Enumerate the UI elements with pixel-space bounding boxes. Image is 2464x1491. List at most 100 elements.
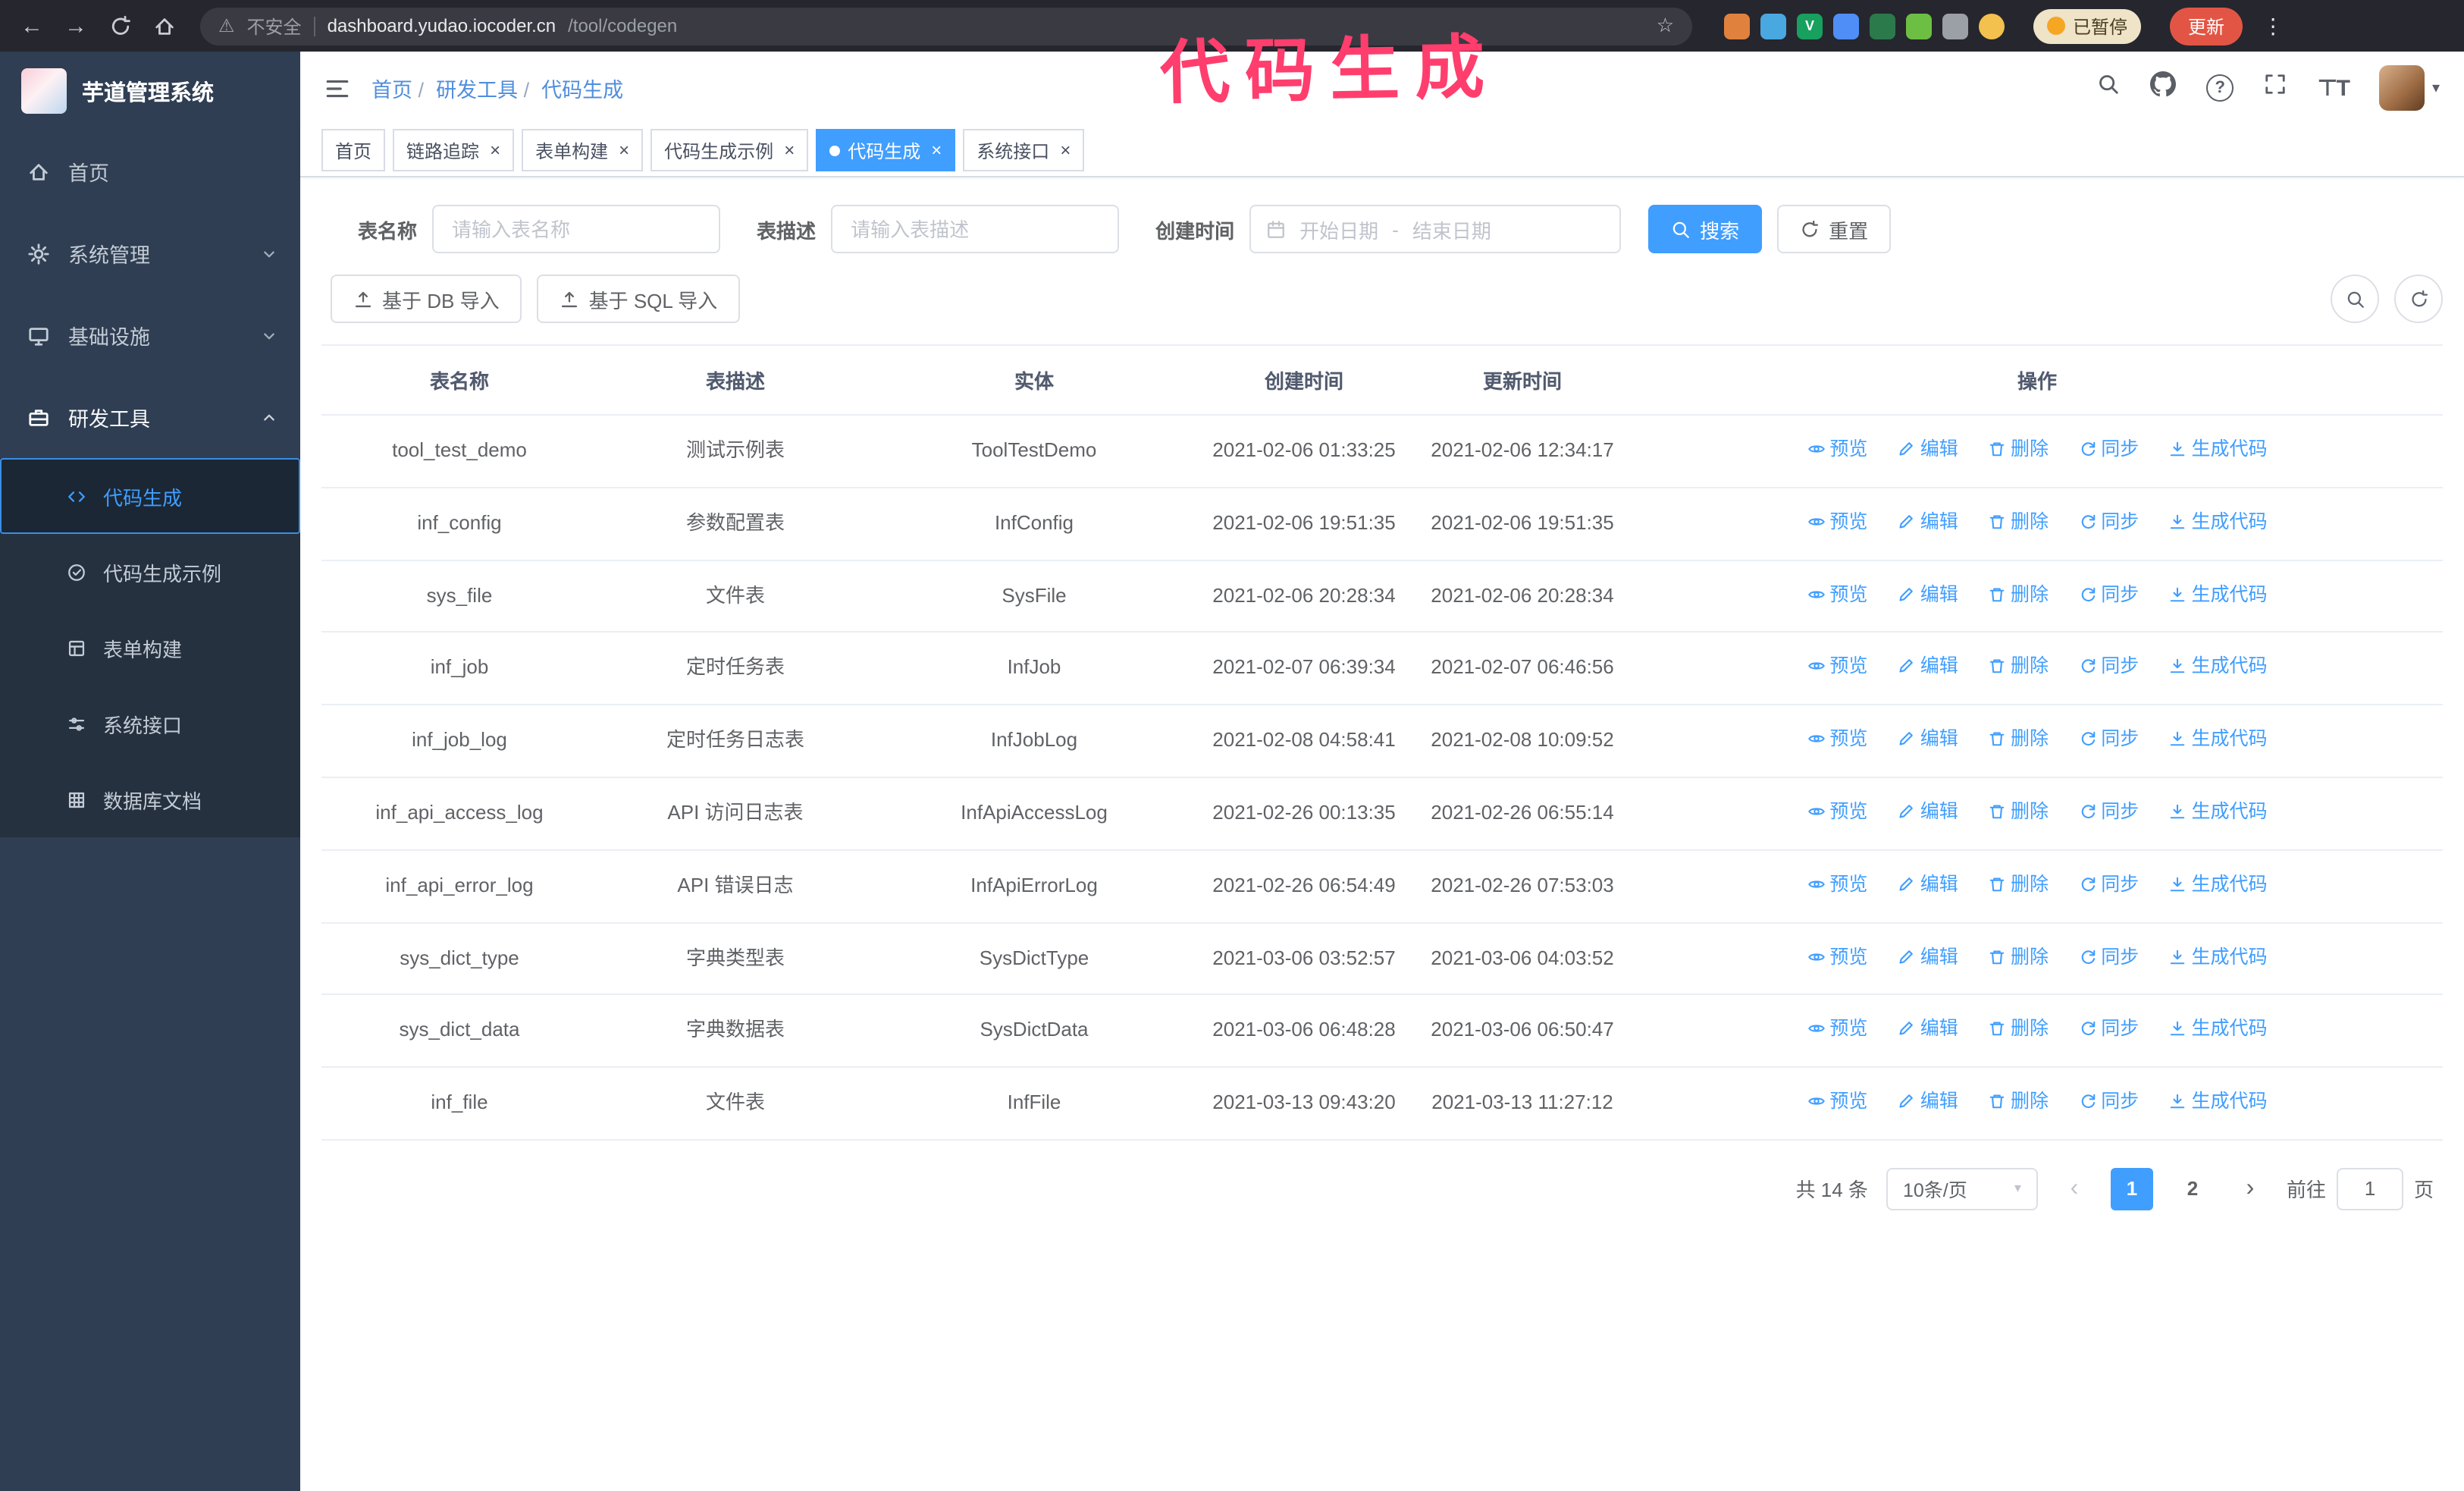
update-browser-button[interactable]: 更新 [2170, 7, 2243, 45]
v-extension-icon[interactable]: V [1797, 13, 1823, 39]
row-action-link[interactable]: 删除 [1988, 796, 2049, 827]
sidebar-menu-item[interactable]: 系统管理 [0, 212, 300, 294]
browser-forward-icon[interactable]: → [62, 13, 89, 39]
close-tab-icon[interactable]: × [1060, 140, 1071, 161]
row-action-link[interactable]: 生成代码 [2169, 1014, 2268, 1044]
row-action-link[interactable]: 生成代码 [2169, 869, 2268, 899]
page-number-button[interactable]: 1 [2110, 1167, 2153, 1210]
browser-home-icon[interactable] [150, 14, 177, 37]
row-action-link[interactable]: 预览 [1807, 796, 1867, 827]
row-action-link[interactable]: 编辑 [1898, 1086, 1958, 1116]
help-icon[interactable]: ? [2206, 74, 2234, 102]
view-tab[interactable]: 首页 [321, 129, 386, 171]
user-menu[interactable]: ▾ [2378, 65, 2440, 111]
search-icon[interactable] [2097, 73, 2120, 103]
close-tab-icon[interactable]: × [784, 140, 795, 161]
people-extension-icon[interactable] [1833, 13, 1859, 39]
github-icon[interactable] [2150, 71, 2176, 105]
browser-back-icon[interactable]: ← [18, 13, 45, 39]
prev-page-button[interactable]: ‹ [2056, 1168, 2093, 1210]
row-action-link[interactable]: 生成代码 [2169, 507, 2268, 537]
sidebar-submenu-item[interactable]: 数据库文档 [0, 761, 300, 837]
row-action-link[interactable]: 编辑 [1898, 579, 1958, 609]
view-tab[interactable]: 代码生成示例 × [650, 129, 809, 171]
row-action-link[interactable]: 删除 [1988, 1086, 2049, 1116]
close-tab-icon[interactable]: × [931, 140, 942, 161]
row-action-link[interactable]: 删除 [1988, 941, 2049, 972]
view-tab[interactable]: 系统接口 × [963, 129, 1085, 171]
next-page-button[interactable]: › [2232, 1168, 2268, 1210]
page-size-select[interactable]: 10条/页 ▾ [1886, 1167, 2038, 1210]
import-sql-button[interactable]: 基于 SQL 导入 [537, 275, 741, 323]
bookmark-star-icon[interactable]: ☆ [1657, 14, 1674, 38]
breadcrumb-link[interactable]: 研发工具 [436, 79, 518, 102]
puzzle-extension-icon[interactable] [1942, 13, 1968, 39]
sidebar-submenu-item[interactable]: 代码生成 [0, 458, 300, 534]
view-tab[interactable]: 表单构建 × [522, 129, 644, 171]
row-action-link[interactable]: 生成代码 [2169, 434, 2268, 464]
teal-extension-icon[interactable] [1870, 13, 1895, 39]
end-date-placeholder[interactable]: 结束日期 [1412, 215, 1491, 243]
row-action-link[interactable]: 编辑 [1898, 869, 1958, 899]
orange-extension-icon[interactable] [1724, 13, 1750, 39]
font-size-icon[interactable]: ⊤T [2317, 74, 2350, 102]
date-range-picker[interactable]: 开始日期 - 结束日期 [1249, 205, 1622, 253]
row-action-link[interactable]: 删除 [1988, 434, 2049, 464]
row-action-link[interactable]: 预览 [1807, 941, 1867, 972]
fullscreen-icon[interactable] [2264, 73, 2287, 103]
view-tab[interactable]: 代码生成 × [816, 129, 956, 171]
sidebar-toggle-icon[interactable] [324, 75, 350, 101]
row-action-link[interactable]: 预览 [1807, 579, 1867, 609]
sidebar-submenu-item[interactable]: 表单构建 [0, 610, 300, 686]
row-action-link[interactable]: 删除 [1988, 869, 2049, 899]
sidebar-logo[interactable]: 芋道管理系统 [0, 52, 300, 130]
insecure-label[interactable]: 不安全 [247, 13, 302, 39]
sidebar-menu-item[interactable]: 基础设施 [0, 294, 300, 376]
row-action-link[interactable]: 编辑 [1898, 724, 1958, 754]
row-action-link[interactable]: 生成代码 [2169, 796, 2268, 827]
row-action-link[interactable]: 预览 [1807, 869, 1867, 899]
row-action-link[interactable]: 同步 [2078, 651, 2139, 682]
browser-reload-icon[interactable] [106, 14, 133, 37]
start-date-placeholder[interactable]: 开始日期 [1299, 215, 1378, 243]
close-tab-icon[interactable]: × [619, 140, 629, 161]
row-action-link[interactable]: 预览 [1807, 507, 1867, 537]
row-action-link[interactable]: 同步 [2078, 434, 2139, 464]
toggle-search-button[interactable] [2331, 275, 2379, 323]
sidebar-submenu-item[interactable]: 系统接口 [0, 686, 300, 761]
paused-badge[interactable]: 已暂停 [2033, 8, 2142, 43]
row-action-link[interactable]: 编辑 [1898, 507, 1958, 537]
view-tab[interactable]: 链路追踪 × [393, 129, 515, 171]
row-action-link[interactable]: 生成代码 [2169, 724, 2268, 754]
row-action-link[interactable]: 编辑 [1898, 651, 1958, 682]
row-action-link[interactable]: 同步 [2078, 941, 2139, 972]
row-action-link[interactable]: 编辑 [1898, 941, 1958, 972]
row-action-link[interactable]: 删除 [1988, 724, 2049, 754]
row-action-link[interactable]: 删除 [1988, 651, 2049, 682]
row-action-link[interactable]: 同步 [2078, 869, 2139, 899]
row-action-link[interactable]: 同步 [2078, 796, 2139, 827]
reset-button[interactable]: 重置 [1777, 205, 1892, 253]
leaf-extension-icon[interactable] [1906, 13, 1932, 39]
breadcrumb-link[interactable]: 代码生成 [541, 79, 623, 102]
browser-menu-icon[interactable]: ⋮ [2262, 13, 2284, 39]
row-action-link[interactable]: 预览 [1807, 434, 1867, 464]
row-action-link[interactable]: 生成代码 [2169, 579, 2268, 609]
row-action-link[interactable]: 生成代码 [2169, 1086, 2268, 1116]
row-action-link[interactable]: 删除 [1988, 579, 2049, 609]
row-action-link[interactable]: 生成代码 [2169, 651, 2268, 682]
row-action-link[interactable]: 同步 [2078, 1014, 2139, 1044]
row-action-link[interactable]: 预览 [1807, 1014, 1867, 1044]
row-action-link[interactable]: 编辑 [1898, 434, 1958, 464]
row-action-link[interactable]: 同步 [2078, 1086, 2139, 1116]
sidebar-menu-item[interactable]: 研发工具 [0, 376, 300, 458]
row-action-link[interactable]: 生成代码 [2169, 941, 2268, 972]
row-action-link[interactable]: 预览 [1807, 1086, 1867, 1116]
row-action-link[interactable]: 预览 [1807, 651, 1867, 682]
sidebar-submenu-item[interactable]: 代码生成示例 [0, 534, 300, 610]
profile-avatar-icon[interactable] [1979, 13, 2005, 39]
row-action-link[interactable]: 同步 [2078, 579, 2139, 609]
row-action-link[interactable]: 删除 [1988, 1014, 2049, 1044]
breadcrumb-link[interactable]: 首页 [371, 79, 412, 102]
row-action-link[interactable]: 同步 [2078, 724, 2139, 754]
